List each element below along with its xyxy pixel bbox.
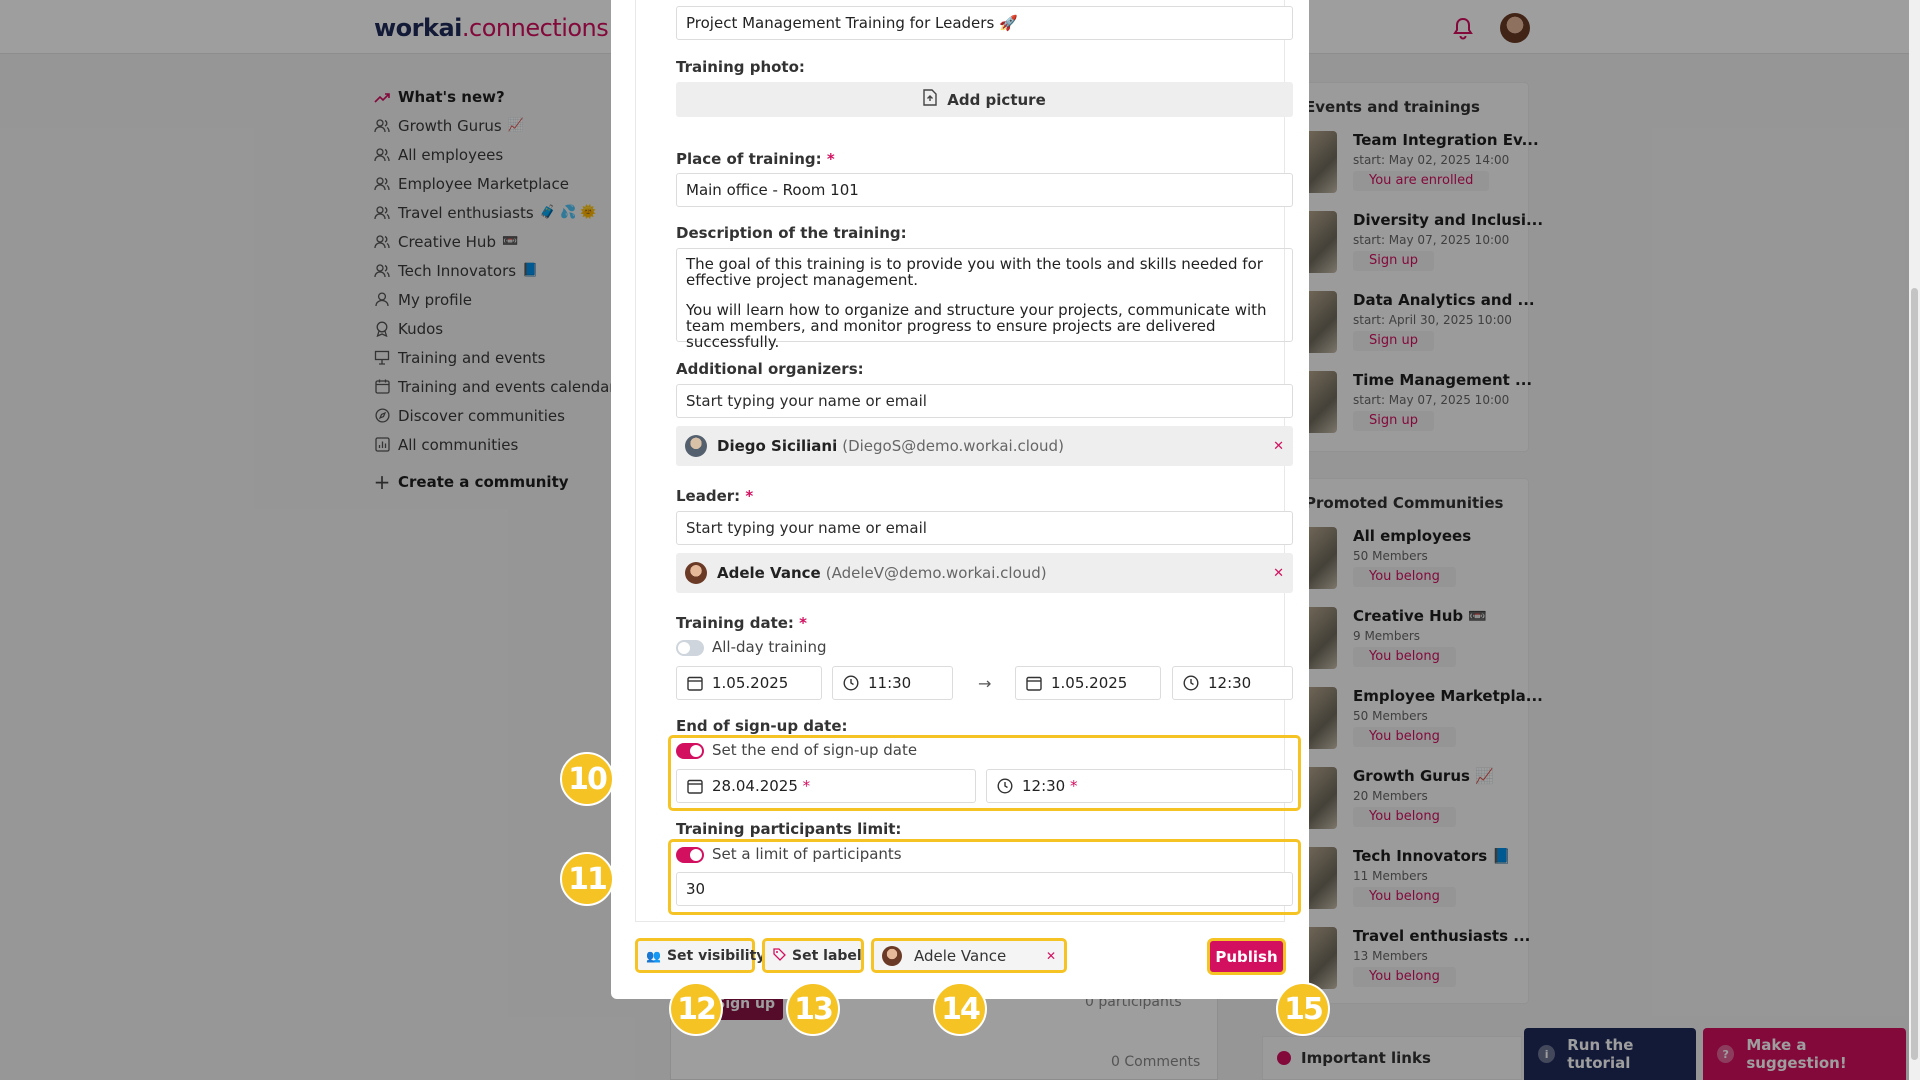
signup-end-date-input[interactable]: 28.04.2025 * (676, 769, 976, 803)
signup-end-toggle-label: Set the end of sign-up date (712, 741, 918, 759)
calendar-icon (1025, 674, 1043, 692)
add-picture-button[interactable]: Add picture (676, 82, 1293, 117)
organizer-chip: Diego Siciliani (DiegoS@demo.workai.clou… (676, 426, 1293, 466)
callout-number: 12 (669, 982, 723, 1036)
training-date-label: Training date: * (676, 614, 807, 632)
description-textarea[interactable]: The goal of this training is to provide … (676, 248, 1293, 350)
signup-end-label: End of sign-up date: (676, 717, 848, 735)
publish-button[interactable]: Publish (1207, 938, 1286, 975)
create-training-modal: Project Management Training for Leaders … (611, 0, 1309, 999)
remove-author-icon[interactable]: ✕ (1046, 949, 1056, 963)
organizers-label: Additional organizers: (676, 360, 864, 378)
avatar (685, 435, 707, 457)
calendar-icon (686, 777, 704, 795)
place-label: Place of training: * (676, 150, 835, 168)
participants-limit-input[interactable]: 30 (676, 872, 1293, 906)
start-date-input[interactable]: 1.05.2025 (676, 666, 822, 700)
people-icon: 👥 (646, 948, 661, 963)
end-date-input[interactable]: 1.05.2025 (1015, 666, 1161, 700)
clock-icon (996, 777, 1014, 795)
callout-number: 13 (786, 982, 840, 1036)
callout-number: 11 (560, 852, 614, 906)
callout-number: 15 (1276, 982, 1330, 1036)
signup-end-time-input[interactable]: 12:30 * (986, 769, 1293, 803)
participants-limit-label: Training participants limit: (676, 820, 902, 838)
signup-end-toggle[interactable] (676, 743, 704, 759)
all-day-toggle[interactable] (676, 640, 704, 656)
callout-number: 10 (560, 752, 614, 806)
all-day-label: All-day training (712, 638, 827, 656)
leader-chip: Adele Vance (AdeleV@demo.workai.cloud) ✕ (676, 553, 1293, 593)
set-label-button[interactable]: Set label (762, 938, 864, 973)
training-form: Project Management Training for Leaders … (635, 0, 1301, 922)
leader-label: Leader: * (676, 487, 754, 505)
file-upload-icon (923, 89, 937, 110)
date-range-arrow-icon: → (978, 674, 992, 693)
clock-icon (842, 674, 860, 692)
remove-leader-icon[interactable]: ✕ (1273, 566, 1284, 581)
leader-input[interactable]: Start typing your name or email (676, 511, 1293, 545)
organizers-input[interactable]: Start typing your name or email (676, 384, 1293, 418)
page-scrollbar[interactable] (1909, 0, 1920, 1080)
scrollbar-thumb[interactable] (1911, 288, 1918, 1060)
participants-limit-toggle-label: Set a limit of participants (712, 845, 902, 863)
avatar (685, 562, 707, 584)
avatar (882, 945, 902, 966)
remove-organizer-icon[interactable]: ✕ (1273, 439, 1284, 454)
start-time-input[interactable]: 11:30 (832, 666, 953, 700)
author-chip: Adele Vance ✕ (871, 938, 1067, 973)
training-photo-label: Training photo: (676, 58, 805, 76)
tag-icon (773, 947, 786, 964)
participants-limit-toggle[interactable] (676, 847, 704, 863)
callout-number: 14 (933, 982, 987, 1036)
place-input[interactable]: Main office - Room 101 (676, 173, 1293, 207)
description-label: Description of the training: (676, 224, 907, 242)
clock-icon (1182, 674, 1200, 692)
training-title-input[interactable]: Project Management Training for Leaders … (676, 6, 1293, 40)
set-visibility-button[interactable]: 👥 Set visibility (635, 938, 765, 973)
calendar-icon (686, 674, 704, 692)
end-time-input[interactable]: 12:30 (1172, 666, 1293, 700)
